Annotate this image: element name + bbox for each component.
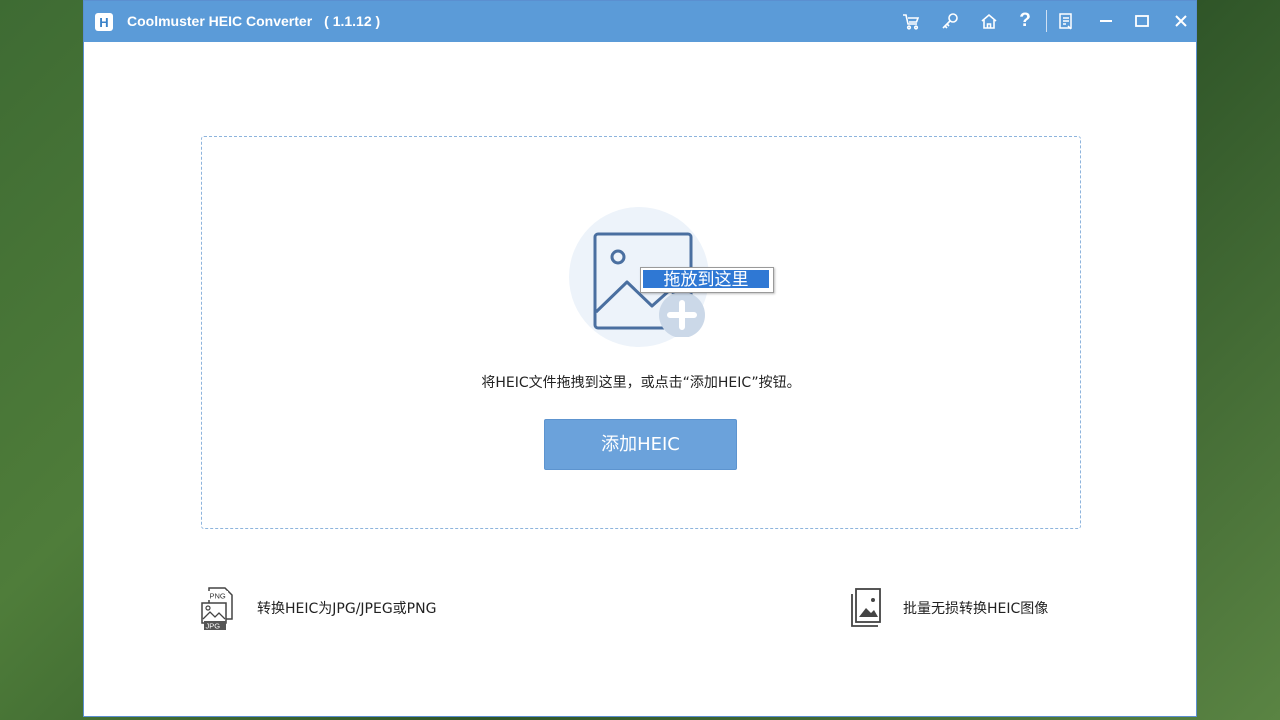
feature-convert-label: 转换HEIC为JPG/JPEG或PNG [257, 601, 437, 617]
app-logo-letter: H [99, 14, 109, 30]
minimize-icon[interactable] [1094, 9, 1118, 33]
home-icon[interactable] [977, 9, 1001, 33]
close-icon[interactable] [1169, 9, 1193, 33]
help-glyph: ? [1019, 10, 1031, 31]
feature-batch-label: 批量无损转换HEIC图像 [903, 601, 1049, 617]
add-heic-button[interactable]: 添加HEIC [544, 419, 737, 470]
feature-batch-lossless: 批量无损转换HEIC图像 [846, 586, 1106, 628]
toolbar-separator [1046, 10, 1047, 32]
cart-icon[interactable] [899, 9, 923, 33]
drop-here-tooltip: 拖放到这里 [640, 267, 774, 293]
help-icon[interactable]: ? [1013, 9, 1037, 33]
app-name: Coolmuster HEIC Converter [127, 13, 313, 29]
drop-hint-text: 将HEIC文件拖拽到这里，或点击“添加HEIC”按钮。 [481, 375, 801, 391]
title-bar[interactable]: H Coolmuster HEIC Converter ( 1.1.12 ) ? [84, 1, 1196, 42]
app-version: ( 1.1.12 ) [324, 13, 381, 29]
image-stack-icon [851, 588, 881, 627]
feature-convert-format: PNG JPG 转换HEIC为JPG/JPEG或PNG [199, 586, 519, 631]
jpg-badge-text: JPG [206, 622, 221, 631]
png-jpg-convert-icon: PNG JPG [201, 587, 233, 631]
window-title: Coolmuster HEIC Converter ( 1.1.12 ) [127, 13, 380, 29]
key-icon[interactable] [938, 9, 962, 33]
drop-zone[interactable]: 拖放到这里 将HEIC文件拖拽到这里，或点击“添加HEIC”按钮。 添加HEIC [201, 136, 1081, 529]
app-window: H Coolmuster HEIC Converter ( 1.1.12 ) ? [83, 0, 1197, 717]
maximize-icon[interactable] [1130, 9, 1154, 33]
app-logo: H [95, 13, 113, 31]
png-badge-text: PNG [210, 592, 226, 601]
feedback-icon[interactable] [1054, 9, 1078, 33]
drop-here-text: 拖放到这里 [643, 270, 769, 290]
